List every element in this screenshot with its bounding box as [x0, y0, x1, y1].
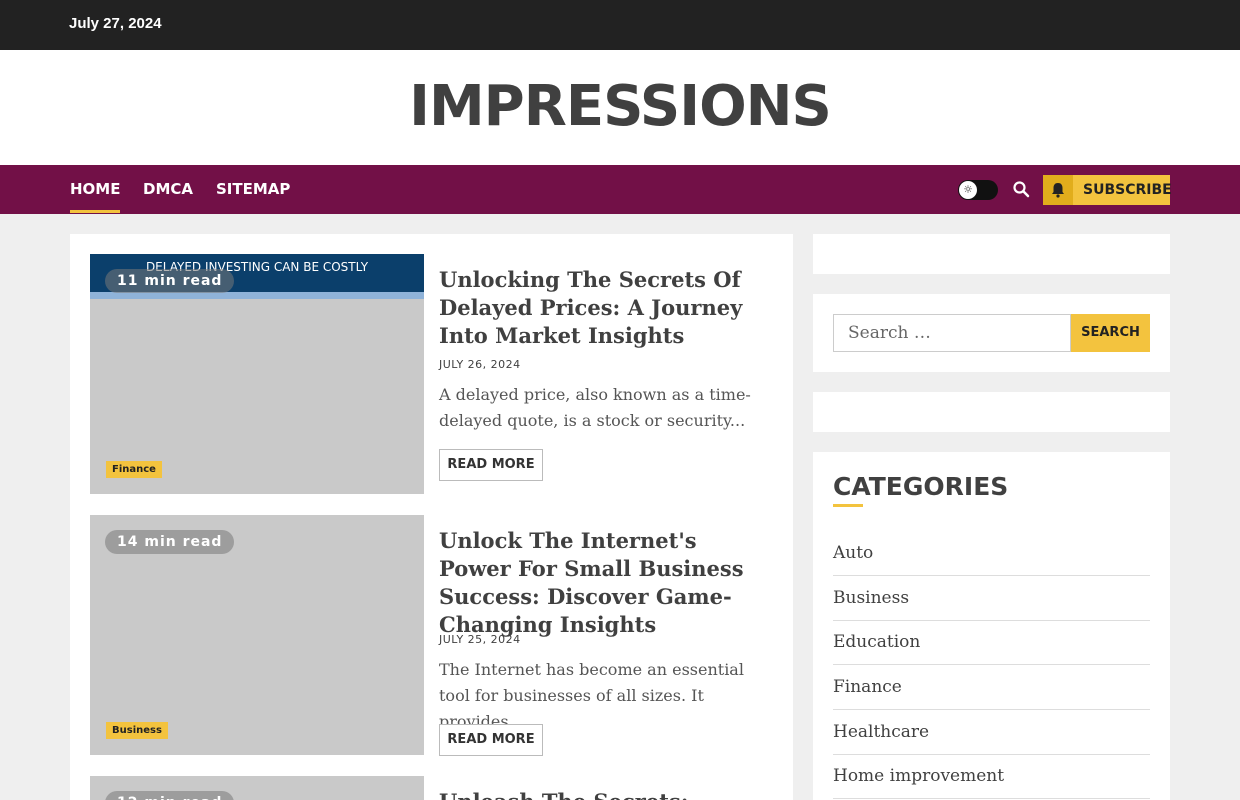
category-link[interactable]: Education — [833, 620, 1150, 665]
post-card: DELAYED INVESTING CAN BE COSTLY 11 min r… — [90, 254, 773, 494]
post-date[interactable]: JULY 25, 2024 — [439, 633, 521, 646]
read-time-badge: 12 min read — [105, 791, 235, 800]
current-date: July 27, 2024 — [69, 15, 162, 32]
masthead: IMPRESSIONS — [0, 50, 1240, 165]
post-card: 14 min read Business Unlock The Internet… — [90, 515, 773, 756]
nav-item-sitemap[interactable]: SITEMAP — [216, 180, 290, 198]
subscribe-label: SUBSCRIBE — [1083, 182, 1172, 198]
category-tag[interactable]: Business — [106, 722, 168, 739]
heading-underline — [833, 504, 863, 507]
category-link[interactable]: Business — [833, 576, 1150, 621]
post-title[interactable]: Unlocking The Secrets Of Delayed Prices:… — [439, 266, 769, 350]
categories-heading: CATEGORIES — [833, 472, 1009, 501]
post-thumbnail[interactable]: DELAYED INVESTING CAN BE COSTLY 11 min r… — [90, 254, 424, 494]
bell-icon — [1043, 175, 1073, 205]
category-tag[interactable]: Finance — [106, 461, 162, 478]
post-thumbnail[interactable]: 12 min read — [90, 776, 424, 800]
read-more-button[interactable]: READ MORE — [439, 449, 543, 481]
post-thumbnail[interactable]: 14 min read Business — [90, 515, 424, 755]
sun-icon: ☼ — [959, 181, 977, 199]
sidebar-widget-empty — [813, 234, 1170, 274]
read-more-button[interactable]: READ MORE — [439, 724, 543, 756]
sidebar-widget-empty — [813, 392, 1170, 432]
search-icon[interactable] — [1012, 180, 1030, 198]
search-widget: Search … SEARCH — [813, 294, 1170, 372]
search-button[interactable]: SEARCH — [1071, 314, 1150, 352]
site-title[interactable]: IMPRESSIONS — [0, 74, 1240, 139]
category-link[interactable]: Auto — [833, 531, 1150, 576]
nav-item-home[interactable]: HOME — [70, 180, 121, 213]
thumbnail-banner-chart — [90, 292, 424, 299]
dark-mode-toggle[interactable]: ☼ — [958, 180, 998, 200]
category-link[interactable]: Healthcare — [833, 710, 1150, 755]
subscribe-button[interactable]: SUBSCRIBE — [1043, 175, 1172, 205]
nav-item-dmca[interactable]: DMCA — [143, 180, 193, 198]
search-input[interactable]: Search … — [833, 314, 1071, 352]
category-link[interactable]: Home improvement — [833, 754, 1150, 799]
categories-widget: CATEGORIES Auto Business Education Finan… — [813, 452, 1170, 800]
category-link[interactable]: Finance — [833, 665, 1150, 710]
post-title[interactable]: Unlock The Internet's Power For Small Bu… — [439, 527, 769, 639]
read-time-badge: 11 min read — [105, 269, 235, 293]
post-date[interactable]: JULY 26, 2024 — [439, 358, 521, 371]
post-excerpt: A delayed price, also known as a time-de… — [439, 385, 751, 430]
post-card: 12 min read Unleash The Secrets: — [90, 776, 773, 800]
post-title[interactable]: Unleash The Secrets: — [439, 788, 769, 800]
read-time-badge: 14 min read — [105, 530, 235, 554]
top-bar: July 27, 2024 — [0, 0, 1240, 50]
post-list: DELAYED INVESTING CAN BE COSTLY 11 min r… — [70, 234, 793, 800]
